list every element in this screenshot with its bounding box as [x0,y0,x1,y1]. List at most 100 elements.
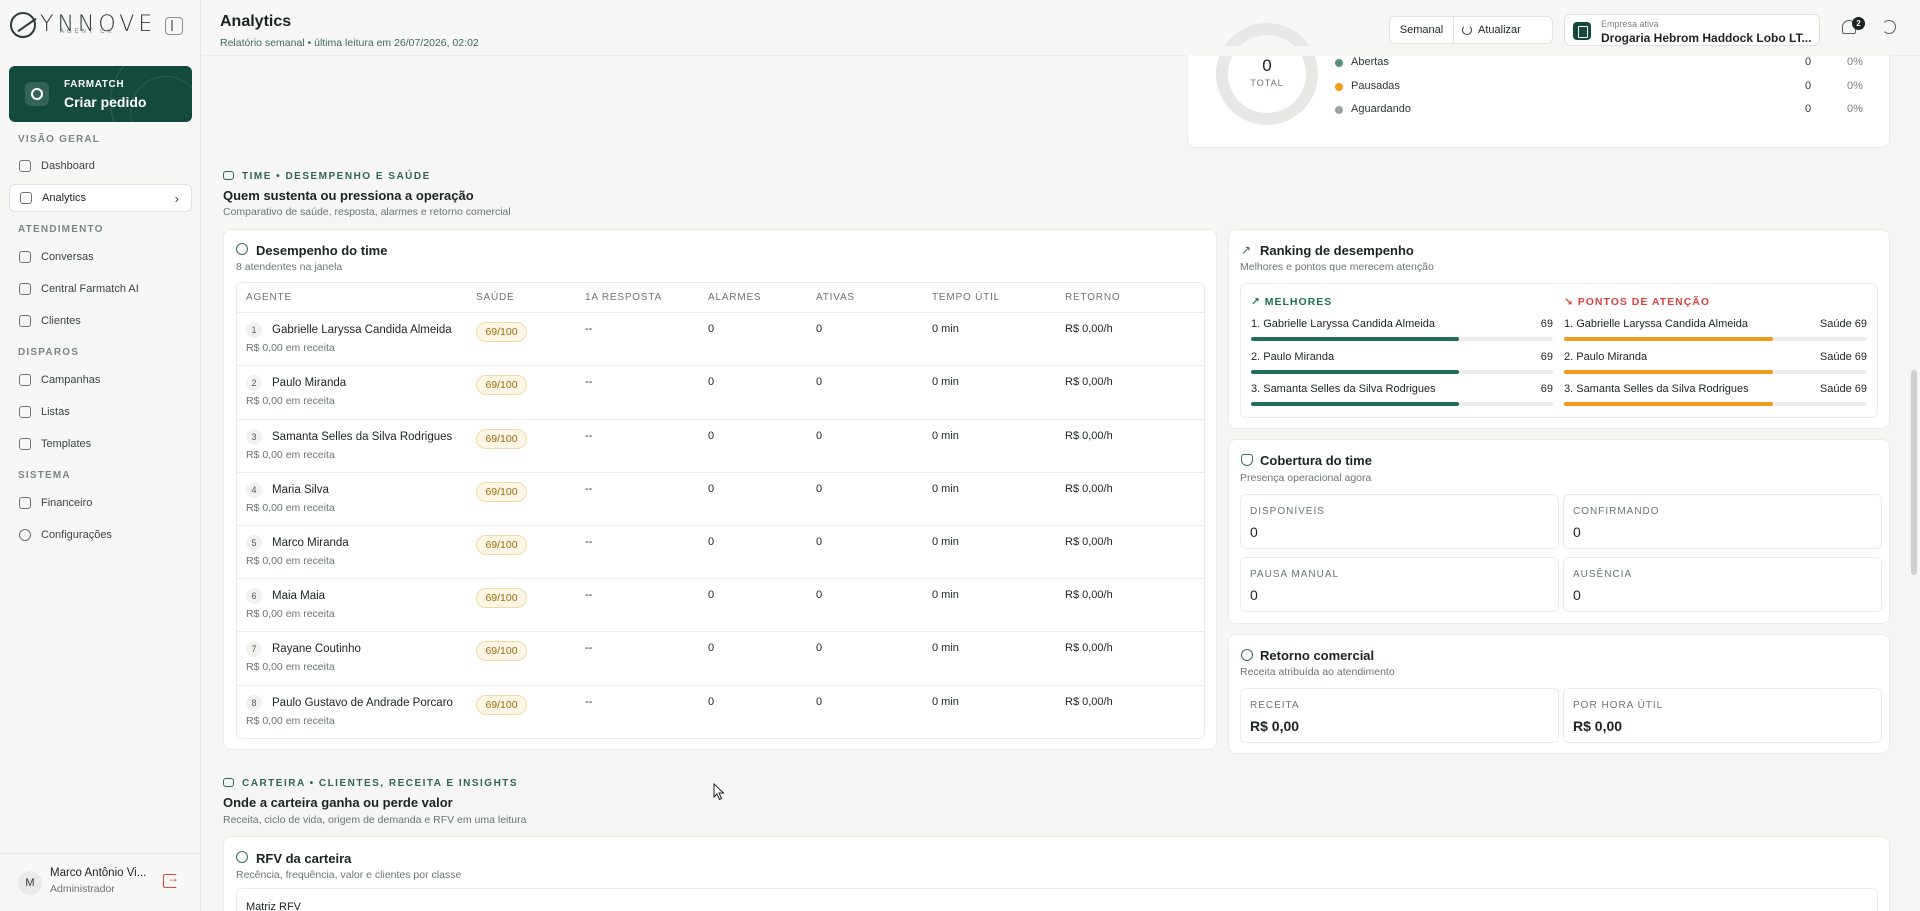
stat-value: R$ 0,00 [1250,718,1300,734]
chevron-right-icon: › [174,190,179,206]
card-title: Retorno comercial [1260,648,1375,663]
sidebar-item-dashboard[interactable]: Dashboard [9,152,192,180]
row-divider [237,419,1204,420]
company-selector[interactable]: Empresa ativa Drogaria Hebrom Haddock Lo… [1564,14,1820,46]
sidebar-item-analytics[interactable]: Analytics › [9,184,192,212]
farmatch-icon [25,82,49,106]
column-header[interactable]: AGENTE [246,292,292,303]
useful-time-cell: 0 min [932,536,959,548]
useful-time-cell: 0 min [932,376,959,388]
health-badge: 69/100 [476,535,527,555]
coverage-available: DISPONÍVEIS 0 [1240,494,1559,549]
sidebar-item-templates[interactable]: Templates [9,430,192,458]
page-scrollbar[interactable] [1911,370,1917,575]
sidebar-item-listas[interactable]: Listas [9,398,192,426]
sidebar-item-conversas[interactable]: Conversas [9,243,192,271]
active-cell: 0 [816,323,823,335]
wallet-icon [223,778,234,787]
attention-heading-text: PONTOS DE ATENÇÃO [1577,296,1711,308]
collapse-sidebar-icon[interactable] [165,17,183,35]
ranking-score-fill [1251,402,1460,406]
row-divider [237,525,1204,526]
sidebar-item-configuracoes[interactable]: Configurações [9,521,192,549]
sidebar: YNNOVE AGENT CX FARMATCH Criar pedido VI… [0,0,201,911]
sidebar-item-central-farmatch-ai[interactable]: Central Farmatch AI [9,275,192,303]
rank-badge: 8 [246,695,262,711]
first-response-cell: -- [585,642,593,654]
card-subtitle: Presença operacional agora [1240,472,1372,484]
chart-line-icon [20,192,32,204]
agent-name[interactable]: Maria Silva [272,484,329,496]
team-section-subtitle: Comparativo de saúde, resposta, alarmes … [223,206,511,218]
first-response-cell: -- [585,430,593,442]
users-icon [223,171,234,180]
active-cell: 0 [816,483,823,495]
sidebar-item-label: Clientes [41,315,81,327]
sidebar-item-campanhas[interactable]: Campanhas [9,366,192,394]
ranking-attention-value: Saúde 69 [1819,383,1867,395]
agent-name[interactable]: Paulo Gustavo de Andrade Porcaro [272,697,453,709]
stat-label: DISPONÍVEIS [1250,506,1325,517]
refresh-label: Atualizar [1478,24,1521,36]
user-role: Administrador [50,883,115,895]
brand-tagline: AGENT CX [60,29,115,35]
shield-icon [1241,454,1253,466]
user-profile[interactable]: M Marco Antônio Vi... Administrador [0,853,201,911]
logout-icon[interactable] [163,871,179,888]
column-header[interactable]: TEMPO ÚTIL [932,292,1000,303]
column-header[interactable]: 1A RESPOSTA [585,292,662,303]
stat-value: 0 [1250,587,1258,603]
message-icon [19,251,31,263]
column-header[interactable]: RETORNO [1065,292,1120,303]
stat-value: 0 [1573,587,1581,603]
donut-total-value: 0 [1262,56,1272,75]
legend-pct: 0% [1847,80,1863,92]
ranking-best-value: 69 [1540,318,1553,330]
agent-name[interactable]: Rayane Coutinho [272,643,361,655]
agent-revenue: R$ 0,00 em receita [246,608,335,620]
agent-name[interactable]: Gabrielle Laryssa Candida Almeida [272,324,452,336]
stat-label: PAUSA MANUAL [1250,569,1340,580]
agent-name[interactable]: Paulo Miranda [272,377,346,389]
useful-time-cell: 0 min [932,642,959,654]
sparkles-icon [19,283,31,295]
card-subtitle: Receita atribuída ao atendimento [1240,666,1395,678]
alarms-cell: 0 [708,430,715,442]
refresh-button[interactable]: Atualizar [1454,17,1552,43]
rfv-matrix-panel [236,888,1878,911]
ranking-best-name: 2. Paulo Miranda [1251,351,1335,363]
column-header[interactable]: SAÚDE [476,292,514,303]
active-cell: 0 [816,376,823,388]
agent-name[interactable]: Marco Miranda [272,537,349,549]
card-title: Ranking de desempenho [1260,243,1414,258]
ranking-panel [1240,283,1878,418]
dollar-icon [1241,649,1253,661]
agent-name[interactable]: Maia Maia [272,590,325,602]
donut-total-label: TOTAL [1250,78,1284,88]
sidebar-item-label: Dashboard [41,160,95,172]
nav-section-overview: VISÃO GERAL [18,134,101,145]
theme-toggle-icon[interactable] [1882,20,1896,34]
users-icon [19,315,31,327]
period-select[interactable]: Semanal [1390,17,1454,43]
sidebar-item-financeiro[interactable]: Financeiro [9,489,192,517]
agent-name[interactable]: Samanta Selles da Silva Rodrigues [272,431,452,443]
column-header[interactable]: ATIVAS [816,292,855,303]
ranking-score-bar [1251,402,1553,406]
create-order-button[interactable]: FARMATCH Criar pedido [9,66,192,122]
first-response-cell: -- [585,376,593,388]
card-title: Desempenho do time [256,243,388,258]
agent-revenue: R$ 0,00 em receita [246,502,335,514]
page-title: Analytics [220,13,292,30]
ranking-score-fill [1564,370,1774,374]
cta-eyebrow: FARMATCH [64,79,125,90]
column-header[interactable]: ALARMES [708,292,761,303]
brand-logo[interactable]: YNNOVE [10,8,156,42]
agent-revenue: R$ 0,00 em receita [246,555,335,567]
sidebar-item-clientes[interactable]: Clientes [9,307,192,335]
useful-time-cell: 0 min [932,430,959,442]
legend-dot [1335,83,1343,91]
return-cell: R$ 0,00/h [1065,696,1113,708]
alarms-cell: 0 [708,483,715,495]
first-response-cell: -- [585,696,593,708]
